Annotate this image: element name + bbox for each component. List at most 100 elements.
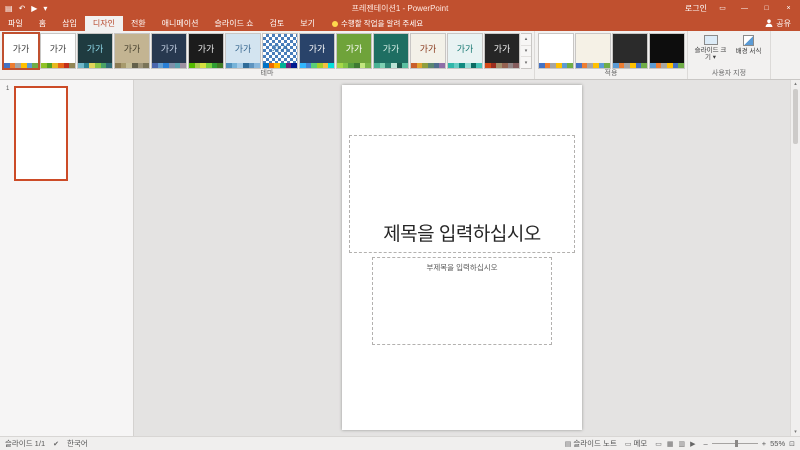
scrollbar-thumb[interactable] xyxy=(793,89,798,144)
slideshow-view-icon[interactable]: ▶ xyxy=(690,440,695,448)
gallery-more-icon[interactable]: ▾ xyxy=(521,57,531,68)
subtitle-placeholder[interactable]: 부제목을 입력하십시오 xyxy=(372,257,552,345)
customize-buttons: 슬라이드 크기 ▾ 배경 서식 xyxy=(691,33,768,71)
tab-slideshow[interactable]: 슬라이드 쇼 xyxy=(206,16,261,31)
slide-size-button[interactable]: 슬라이드 크기 ▾ xyxy=(693,33,728,71)
tab-file[interactable]: 파일 xyxy=(0,16,31,31)
notes-button[interactable]: ▤ 슬라이드 노트 xyxy=(565,438,617,449)
theme-item-8[interactable]: 가가 xyxy=(262,33,298,69)
variants-gallery xyxy=(538,33,685,69)
theme-item-9[interactable]: 가가 xyxy=(299,33,335,69)
theme-preview: 가가 xyxy=(374,34,408,63)
scrollbar-track[interactable] xyxy=(791,87,800,429)
qat-customize-icon[interactable]: ▾ xyxy=(43,4,47,13)
variant-item-4[interactable] xyxy=(649,33,685,69)
zoom-slider-thumb[interactable] xyxy=(734,440,738,447)
ribbon-tabs: 파일 홈 삽입 디자인 전환 애니메이션 슬라이드 쇼 검토 보기 xyxy=(0,16,323,31)
slide-sorter-icon[interactable]: ▦ xyxy=(667,440,674,448)
status-bar: 슬라이드 1/1 ✔ 한국어 ▤ 슬라이드 노트 ▭ 메모 ▭ ▦ ▥ ▶ – + … xyxy=(0,436,800,450)
slide-size-icon xyxy=(703,35,718,45)
comments-icon: ▭ xyxy=(624,440,632,448)
theme-item-11[interactable]: 가가 xyxy=(373,33,409,69)
tab-transitions[interactable]: 전환 xyxy=(123,16,154,31)
format-background-button[interactable]: 배경 서식 xyxy=(731,33,766,71)
tab-animations[interactable]: 애니메이션 xyxy=(154,16,207,31)
title-placeholder[interactable]: 제목을 입력하십시오 xyxy=(349,135,575,253)
normal-view-icon[interactable]: ▭ xyxy=(655,440,662,448)
save-icon[interactable]: ▤ xyxy=(5,4,13,13)
theme-item-1[interactable]: 가가 xyxy=(2,32,40,70)
theme-item-4[interactable]: 가가 xyxy=(114,33,150,69)
slide-thumbnail[interactable] xyxy=(14,86,68,181)
theme-preview xyxy=(650,34,684,63)
themes-group-label: 테마 xyxy=(260,70,274,77)
theme-item-12[interactable]: 가가 xyxy=(410,33,446,69)
subtitle-placeholder-text: 부제목을 입력하십시오 xyxy=(426,263,498,272)
comments-button[interactable]: ▭ 메모 xyxy=(625,438,647,449)
minimize-icon[interactable]: — xyxy=(738,5,751,12)
theme-preview: 가가 xyxy=(448,34,482,63)
share-label: 공유 xyxy=(776,19,791,28)
theme-item-3[interactable]: 가가 xyxy=(77,33,113,69)
vertical-scrollbar[interactable]: ▴ ▾ xyxy=(790,80,800,436)
spellcheck-icon[interactable]: ✔ xyxy=(53,440,59,448)
reading-view-icon[interactable]: ▥ xyxy=(679,440,686,448)
ribbon-tab-row: 파일 홈 삽입 디자인 전환 애니메이션 슬라이드 쇼 검토 보기 수행할 작업을 알려 주세요… xyxy=(0,16,800,31)
gallery-down-icon[interactable]: ▾ xyxy=(521,46,531,58)
maximize-icon[interactable]: □ xyxy=(760,5,773,12)
zoom-out-icon[interactable]: – xyxy=(704,439,708,448)
theme-preview: 가가 xyxy=(337,34,371,63)
theme-preview: 가가 xyxy=(485,34,519,63)
format-background-icon xyxy=(743,35,754,46)
gallery-scroll: ▴ ▾ ▾ xyxy=(521,33,532,69)
powerpoint-window: ▤ ↶ ▶ ▾ 프레젠테이션1 - PowerPoint 로그인 ▭ — □ ×… xyxy=(0,0,800,450)
language-indicator[interactable]: 한국어 xyxy=(67,438,88,449)
undo-icon[interactable]: ↶ xyxy=(19,4,26,13)
zoom-in-icon[interactable]: + xyxy=(762,439,766,448)
tab-review[interactable]: 검토 xyxy=(262,16,293,31)
tab-insert[interactable]: 삽입 xyxy=(54,16,85,31)
close-icon[interactable]: × xyxy=(782,5,795,12)
theme-preview: 가가 xyxy=(411,34,445,63)
theme-preview xyxy=(539,34,573,63)
zoom-percent[interactable]: 55% xyxy=(770,439,785,448)
ribbon-display-options-icon[interactable]: ▭ xyxy=(716,4,729,12)
zoom-slider[interactable] xyxy=(711,440,758,447)
theme-item-10[interactable]: 가가 xyxy=(336,33,372,69)
window-title: 프레젠테이션1 - PowerPoint xyxy=(351,3,449,13)
fit-to-window-icon[interactable]: ⊡ xyxy=(789,440,795,448)
theme-preview: 가가 xyxy=(41,34,75,63)
notes-icon: ▤ xyxy=(564,440,572,448)
slide-canvas[interactable]: 제목을 입력하십시오 부제목을 입력하십시오 xyxy=(342,85,582,430)
theme-preview: 가가 xyxy=(115,34,149,63)
variant-item-3[interactable] xyxy=(612,33,648,69)
tab-view[interactable]: 보기 xyxy=(292,16,323,31)
tell-me-box[interactable]: 수행할 작업을 알려 주세요 xyxy=(323,16,432,31)
themes-group: 가가 가가 가가 가가 가가 가가 가가 가가 가가 가가 가가 가가 가가 가가 ▴ ▾ ▾ 테마 xyxy=(0,31,535,79)
theme-item-6[interactable]: 가가 xyxy=(188,33,224,69)
zoom-control: – + 55% ⊡ xyxy=(704,439,795,448)
format-background-button-label: 배경 서식 xyxy=(735,48,762,55)
slide-thumbnail-item[interactable]: 1 xyxy=(6,86,68,181)
variant-item-1[interactable] xyxy=(538,33,574,69)
theme-item-13[interactable]: 가가 xyxy=(447,33,483,69)
theme-item-5[interactable]: 가가 xyxy=(151,33,187,69)
titlebar: ▤ ↶ ▶ ▾ 프레젠테이션1 - PowerPoint 로그인 ▭ — □ × xyxy=(0,0,800,16)
tab-home[interactable]: 홈 xyxy=(31,16,54,31)
tab-design[interactable]: 디자인 xyxy=(84,16,123,31)
slide-thumbnail-panel: 1 xyxy=(0,80,134,436)
theme-preview: 가가 xyxy=(226,34,260,63)
status-right: ▤ 슬라이드 노트 ▭ 메모 ▭ ▦ ▥ ▶ – + 55% ⊡ xyxy=(565,438,795,449)
share-button[interactable]: 공유 xyxy=(756,16,800,31)
title-placeholder-text: 제목을 입력하십시오 xyxy=(383,224,541,245)
scroll-down-icon[interactable]: ▾ xyxy=(794,429,797,435)
theme-item-2[interactable]: 가가 xyxy=(40,33,76,69)
view-switcher: ▭ ▦ ▥ ▶ xyxy=(655,440,695,448)
slide-size-button-label: 슬라이드 크기 ▾ xyxy=(694,47,727,62)
theme-item-7[interactable]: 가가 xyxy=(225,33,261,69)
theme-item-14[interactable]: 가가 xyxy=(484,33,520,69)
sign-in-link[interactable]: 로그인 xyxy=(685,3,707,14)
variant-item-2[interactable] xyxy=(575,33,611,69)
start-slideshow-icon[interactable]: ▶ xyxy=(31,4,37,13)
gallery-up-icon[interactable]: ▴ xyxy=(521,34,531,46)
